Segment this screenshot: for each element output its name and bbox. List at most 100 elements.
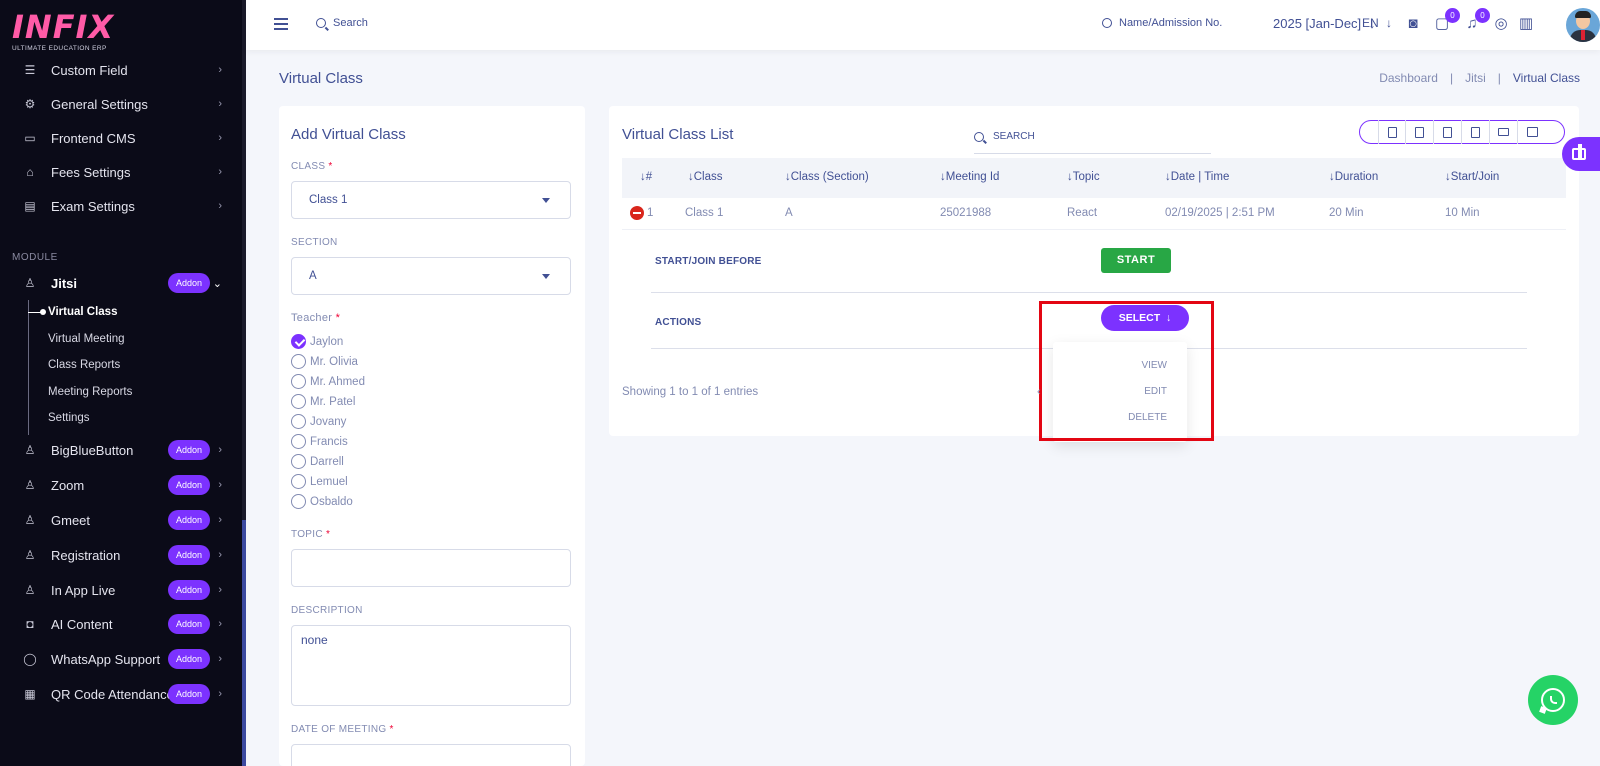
radio-icon[interactable] (291, 394, 306, 409)
section-select[interactable]: A (291, 257, 571, 295)
sidebar-item-zoom[interactable]: ♙ Zoom Addon › (0, 470, 240, 500)
header-search[interactable]: Search (316, 17, 368, 29)
gift-floating-button[interactable] (1562, 137, 1600, 171)
teacher-option[interactable]: Francis (291, 434, 348, 449)
sidebar-item-exam-settings[interactable]: ▤ Exam Settings › (0, 191, 240, 221)
columns-icon[interactable] (1518, 120, 1546, 144)
logo-text: INFIX (12, 8, 115, 46)
previous-page-icon[interactable]: ‹ (1037, 386, 1041, 398)
chevron-right-icon: › (218, 514, 222, 526)
radio-icon[interactable] (291, 434, 306, 449)
teacher-option[interactable]: Jovany (291, 414, 346, 429)
teacher-option[interactable]: Jaylon (291, 334, 343, 349)
description-textarea[interactable]: none (291, 625, 571, 706)
sidebar-item-custom-field[interactable]: ☰ Custom Field › (0, 55, 240, 85)
collapse-row-icon[interactable] (630, 206, 644, 220)
radio-icon[interactable] (291, 474, 306, 489)
cell-duration: 20 Min (1329, 207, 1364, 219)
column-header[interactable]: ↓Date | Time (1165, 171, 1229, 183)
excel-icon[interactable] (1406, 120, 1434, 144)
radio-icon[interactable] (291, 494, 306, 509)
language-selector[interactable]: EN ↓ (1362, 16, 1392, 30)
sidebar-item-bigbluebutton[interactable]: ♙ BigBlueButton Addon › (0, 435, 240, 465)
sidebar-scroll-thumb[interactable] (242, 520, 246, 766)
sidebar-item-whatsapp-support[interactable]: ◯ WhatsApp Support Addon › (0, 644, 240, 674)
teacher-option[interactable]: Mr. Patel (291, 394, 355, 409)
addon-badge: Addon (167, 510, 210, 530)
chevron-right-icon: › (218, 64, 222, 76)
teacher-option[interactable]: Mr. Ahmed (291, 374, 365, 389)
sidebar-item-ai-content[interactable]: ◘ AI Content Addon › (0, 609, 240, 639)
date-of-meeting-input[interactable] (291, 744, 571, 766)
start-button[interactable]: START (1101, 248, 1171, 273)
submenu-item-class-reports[interactable]: Class Reports (48, 359, 120, 371)
submenu-item-meeting-reports[interactable]: Meeting Reports (48, 386, 132, 398)
column-header[interactable]: ↓Class (688, 171, 723, 183)
pdf-icon[interactable] (1462, 120, 1490, 144)
export-buttons (1359, 120, 1565, 144)
whatsapp-icon (1541, 688, 1565, 712)
list-search-input[interactable]: SEARCH (974, 120, 1211, 154)
avatar[interactable] (1566, 8, 1600, 42)
teacher-option[interactable]: Lemuel (291, 474, 348, 489)
table-row[interactable]: 1 Class 1 A 25021988 React 02/19/2025 | … (622, 198, 1566, 230)
column-header[interactable]: ↓Start/Join (1445, 171, 1499, 183)
page-title: Virtual Class (279, 70, 363, 87)
column-header[interactable]: ↓Class (Section) (785, 171, 869, 183)
copy-icon[interactable] (1378, 120, 1406, 144)
sidebar-item-general-settings[interactable]: ⚙ General Settings › (0, 89, 240, 119)
radio-icon[interactable] (291, 414, 306, 429)
bell-icon[interactable]: ♫ 0 (1462, 8, 1490, 34)
sidebar-item-in-app-live[interactable]: ♙ In App Live Addon › (0, 575, 240, 605)
chart-icon[interactable]: ▥ (1516, 14, 1536, 34)
hamburger-menu-icon[interactable] (274, 18, 288, 33)
sidebar-item-gmeet[interactable]: ♙ Gmeet Addon › (0, 505, 240, 535)
admission-search[interactable]: Name/Admission No. (1102, 17, 1222, 29)
sidebar-item-fees-settings[interactable]: ⌂ Fees Settings › (0, 157, 240, 187)
breadcrumb-separator: | (1449, 71, 1454, 85)
submenu-item-settings[interactable]: Settings (48, 412, 90, 424)
sidebar-item-label: In App Live (51, 582, 116, 598)
robot-icon[interactable]: ◙ (1403, 14, 1423, 34)
sidebar-item-qr-code-attendance[interactable]: ▦ QR Code Attendance Addon › (0, 679, 240, 709)
submenu-item-virtual-class[interactable]: Virtual Class (48, 306, 117, 318)
teacher-option[interactable]: Darrell (291, 454, 344, 469)
globe-icon[interactable]: ◎ (1491, 14, 1511, 34)
sidebar-item-label: WhatsApp Support (51, 651, 161, 667)
submenu-item-virtual-meeting[interactable]: Virtual Meeting (48, 333, 125, 345)
teacher-name: Jaylon (310, 335, 344, 348)
topic-input[interactable] (291, 549, 571, 587)
column-header[interactable]: ↓Topic (1067, 171, 1100, 183)
breadcrumb-dashboard[interactable]: Dashboard (1379, 71, 1438, 85)
radio-icon[interactable] (291, 354, 306, 369)
column-header[interactable]: ↓Duration (1329, 171, 1378, 183)
sidebar-item-registration[interactable]: ♙ Registration Addon › (0, 540, 240, 570)
logo[interactable]: INFIX ULTIMATE EDUCATION ERP (12, 10, 122, 56)
sidebar-item-jitsi[interactable]: ♙ Jitsi Addon ⌄ (0, 268, 240, 298)
academic-year-selector[interactable]: 2025 [Jan-Dec] ↓ (1273, 16, 1375, 31)
gift-icon (1572, 144, 1586, 160)
teacher-option[interactable]: Osbaldo (291, 494, 353, 509)
print-icon[interactable] (1490, 120, 1518, 144)
radio-icon[interactable] (291, 374, 306, 389)
whatsapp-floating-button[interactable] (1528, 675, 1578, 725)
teacher-name: Jovany (310, 415, 347, 428)
addon-badge: Addon (167, 684, 210, 704)
cell-meeting-id: 25021988 (940, 207, 992, 219)
cell-section: A (785, 207, 793, 219)
sidebar-item-frontend-cms[interactable]: ▭ Frontend CMS › (0, 123, 240, 153)
sidebar-item-label: QR Code Attendance (51, 686, 174, 702)
checkbox-checked-icon[interactable] (291, 334, 306, 349)
column-header[interactable]: ↓# (640, 171, 652, 183)
addon-badge: Addon (167, 649, 210, 669)
class-select[interactable]: Class 1 (291, 181, 571, 219)
radio-icon[interactable] (291, 454, 306, 469)
chat-icon[interactable]: ▢ 0 (1432, 8, 1460, 34)
class-label: CLASS * (291, 161, 333, 172)
csv-icon[interactable] (1434, 120, 1462, 144)
person-icon: ♙ (24, 443, 36, 457)
column-header[interactable]: ↓Meeting Id (940, 171, 999, 183)
teacher-option[interactable]: Mr. Olivia (291, 354, 358, 369)
divider (651, 292, 1527, 293)
breadcrumb-jitsi[interactable]: Jitsi (1465, 71, 1486, 85)
